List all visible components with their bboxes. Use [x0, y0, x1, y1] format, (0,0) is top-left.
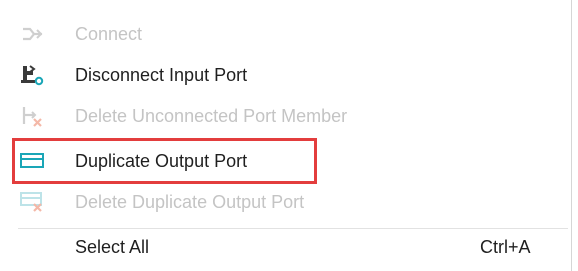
menu-item-label: Delete Duplicate Output Port: [75, 191, 305, 212]
connect-icon: [18, 22, 46, 46]
menu-item-delete-unconnected-port-member[interactable]: Delete Unconnected Port Member: [0, 96, 571, 136]
highlight-box: [12, 138, 317, 184]
menu-item-select-all[interactable]: Select All Ctrl+A: [0, 227, 571, 267]
menu-item-disconnect-input-port[interactable]: Disconnect Input Port: [0, 55, 571, 95]
menu-item-label: Select All: [75, 236, 150, 257]
delete-port-member-icon: [18, 104, 46, 128]
shortcut-label: Ctrl+A: [480, 236, 531, 257]
disconnect-input-port-icon: [18, 63, 46, 87]
delete-duplicate-port-icon: [18, 190, 46, 214]
menu-item-label: Delete Unconnected Port Member: [75, 105, 348, 126]
menu-item-delete-duplicate-output-port[interactable]: Delete Duplicate Output Port: [0, 182, 571, 222]
menu-item-label: Disconnect Input Port: [75, 64, 248, 85]
menu-item-connect[interactable]: Connect: [0, 14, 571, 54]
menu-item-label: Connect: [75, 23, 143, 44]
context-menu: Connect Disconnect Input Port Delete Unc…: [0, 0, 572, 271]
